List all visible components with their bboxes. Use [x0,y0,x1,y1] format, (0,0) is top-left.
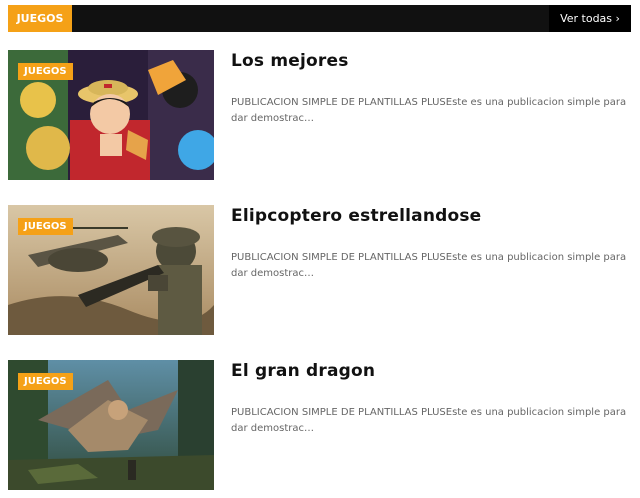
post-snippet: PUBLICACION SIMPLE DE PLANTILLAS PLUSEst… [231,407,627,434]
post-label[interactable]: JUEGOS [18,63,73,80]
view-all-link[interactable]: Ver todas › [549,5,631,32]
chevron-right-icon: › [615,12,620,25]
view-all-label[interactable]: Ver todas [560,12,612,25]
post-card: JUEGOS Los mejores PUBLICACION SIMPLE DE… [8,50,632,180]
section-header: JUEGOS Ver todas › [8,5,631,32]
post-label[interactable]: JUEGOS [18,218,73,235]
post-card: JUEGOS El gran dragon PUBLICACION SIMPLE… [8,360,632,490]
post-snippet: PUBLICACION SIMPLE DE PLANTILLAS PLUSEst… [231,97,627,124]
post-title[interactable]: Elipcoptero estrellandose [231,206,481,226]
section-title[interactable]: JUEGOS [8,5,72,32]
post-title[interactable]: Los mejores [231,51,349,71]
post-thumbnail[interactable]: JUEGOS [8,360,214,490]
post-card: JUEGOS Elipcoptero estrellandose PUBLICA… [8,205,632,335]
post-label[interactable]: JUEGOS [18,373,73,390]
post-snippet: PUBLICACION SIMPLE DE PLANTILLAS PLUSEst… [231,252,627,279]
post-thumbnail[interactable]: JUEGOS [8,50,214,180]
post-thumbnail[interactable]: JUEGOS [8,205,214,335]
post-title[interactable]: El gran dragon [231,361,375,381]
